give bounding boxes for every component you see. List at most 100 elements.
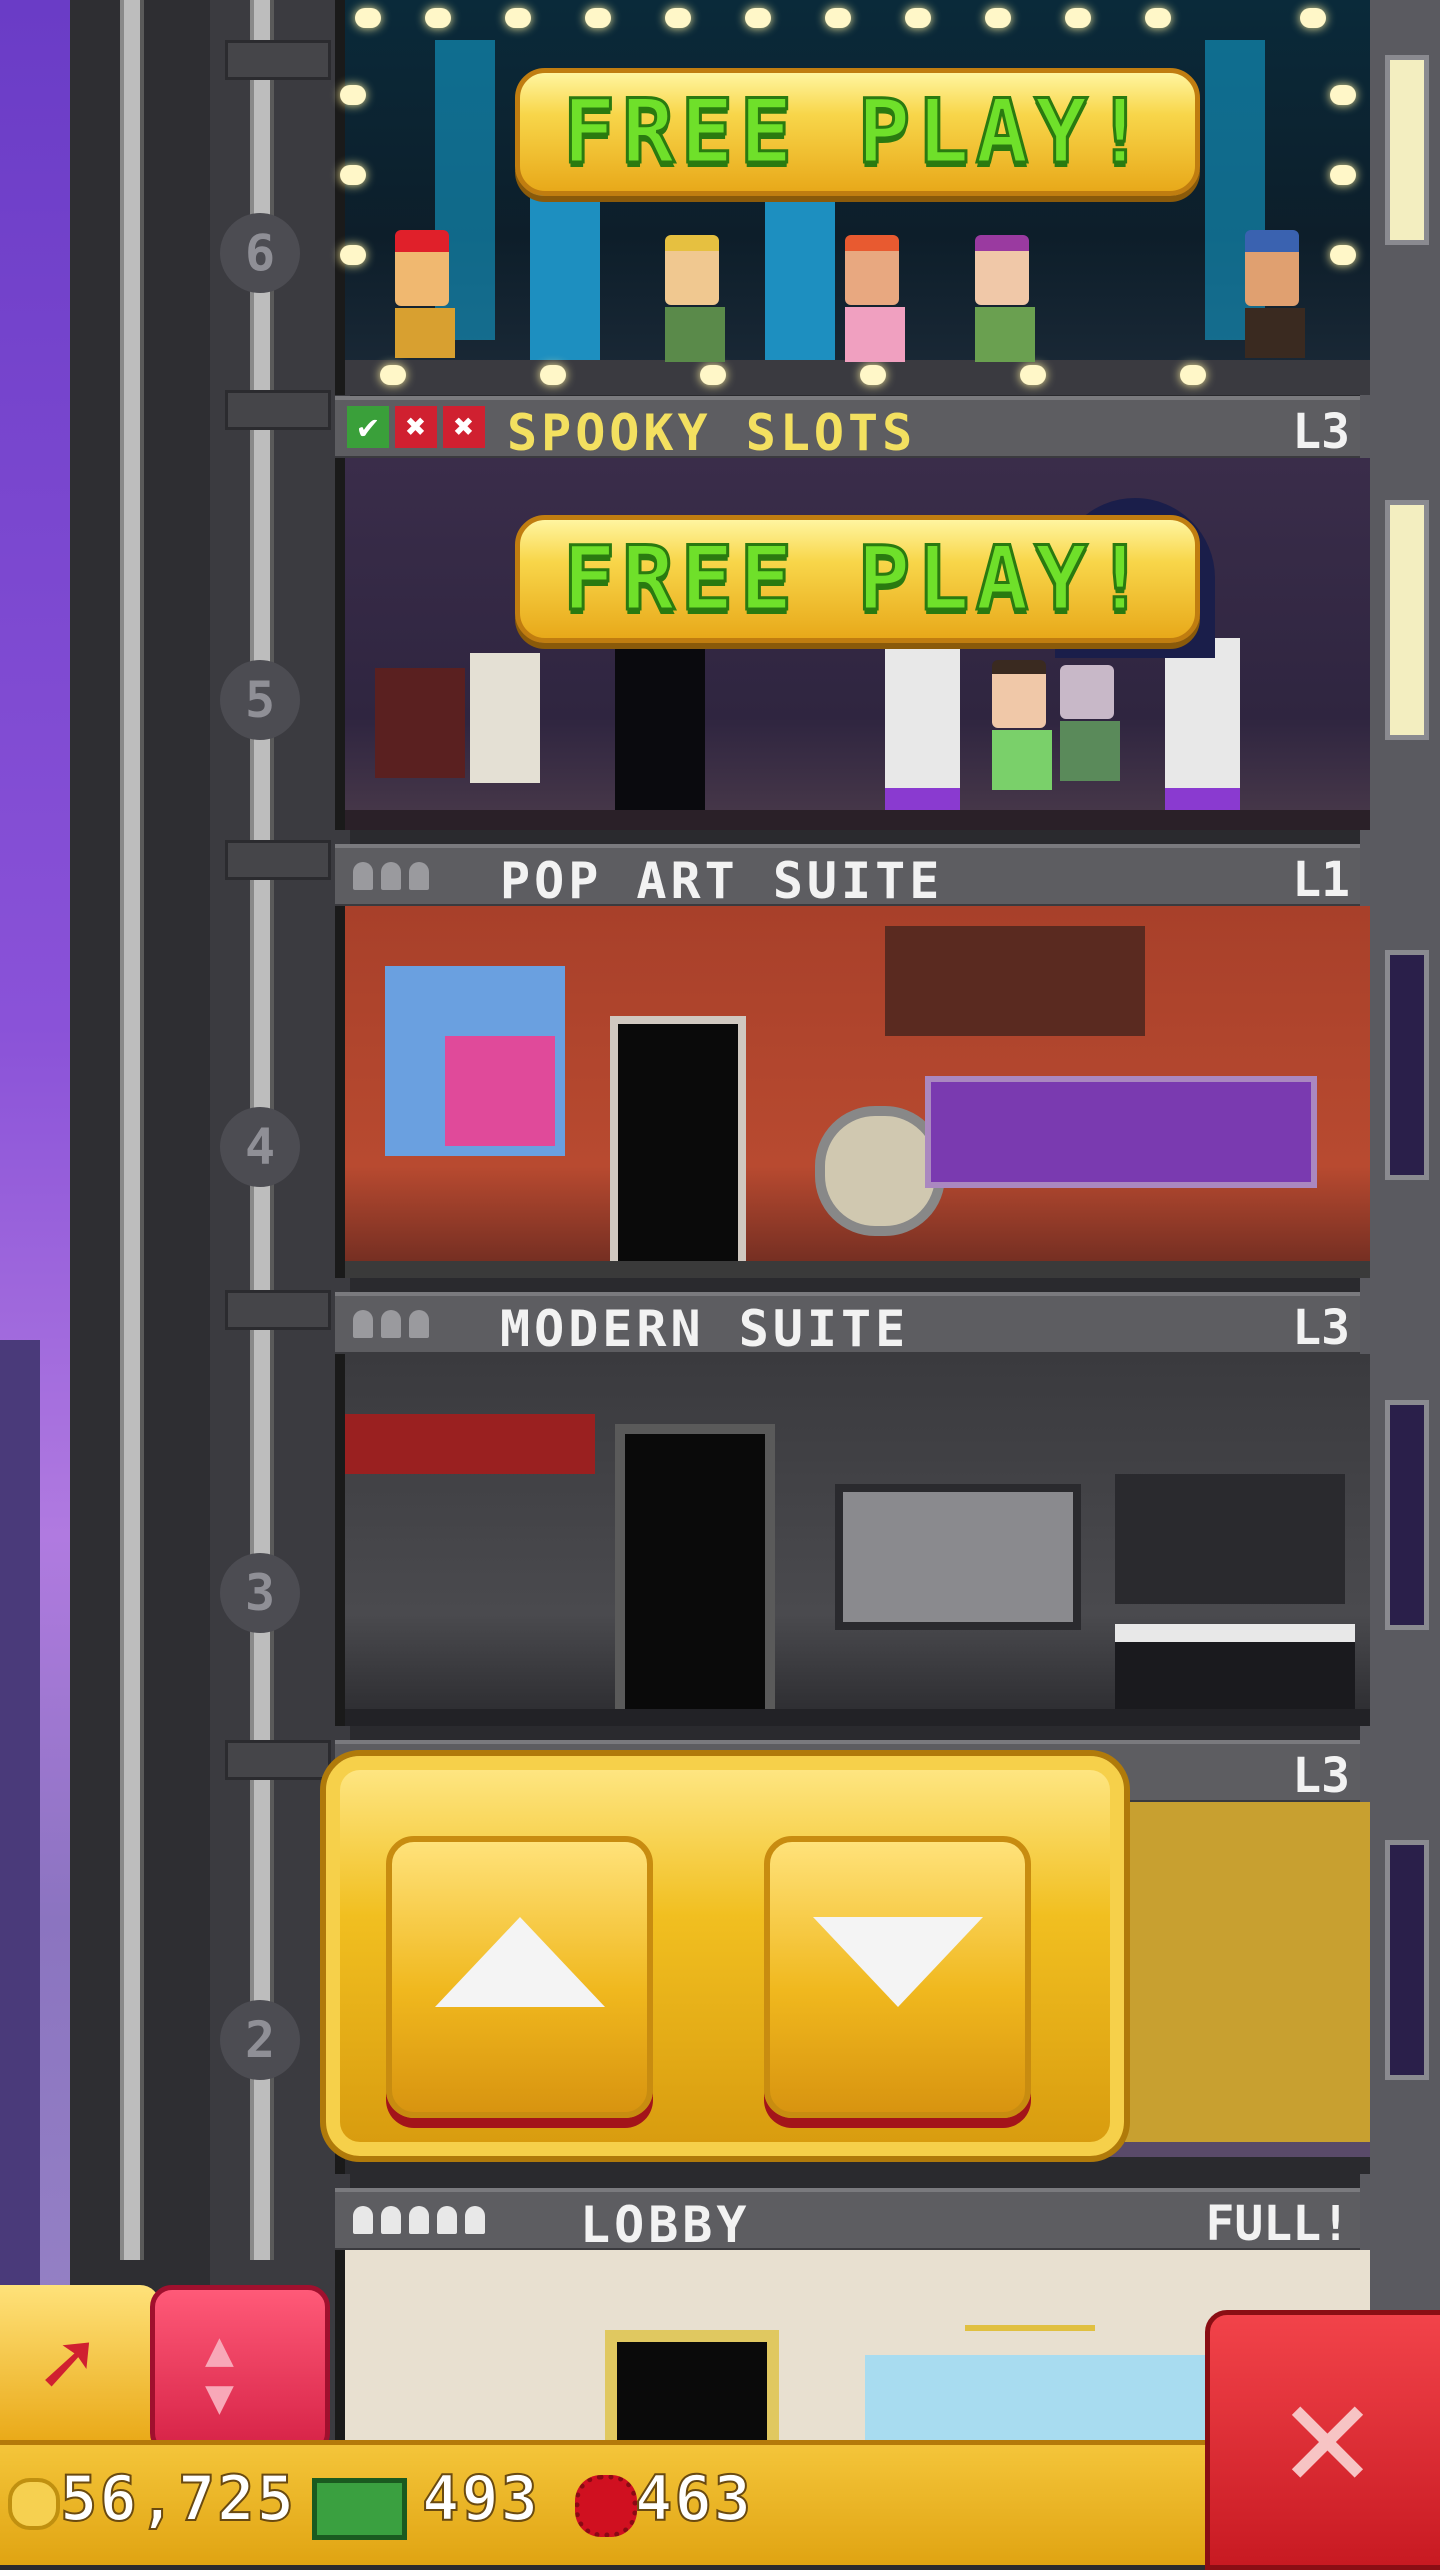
window-lit [1385,500,1429,740]
bitizen-gnome[interactable] [395,230,455,358]
character-head [395,230,449,306]
pop-art-suite-room[interactable] [335,906,1370,1278]
shaft-brick [225,1740,331,1780]
marquee-bulb [1330,245,1356,265]
character-head [845,235,899,305]
free-play-label: FREE PLAY! [561,526,1153,632]
bookshelf [1115,1474,1345,1604]
marquee-bulb [905,8,931,28]
marquee-bulb [985,8,1011,28]
x-icon: ✖ [395,406,437,448]
floor-level: L3 [1292,1748,1350,1804]
floor-level: L1 [1292,852,1350,908]
person-icon [381,2206,401,2234]
free-play-button-spooky[interactable]: FREE PLAY! [515,515,1200,643]
modern-suite-label-bar[interactable]: MODERN SUITE L3 [335,1292,1360,1358]
slot-machine [470,653,540,783]
arrow-up-icon [434,1917,605,2007]
bitizen-zombie[interactable] [1060,665,1120,781]
spooky-slots-label-bar[interactable]: ✔ ✖ ✖ SPOOKY SLOTS L3 [335,396,1360,462]
arcade-machine [765,190,835,360]
elevator-control-panel [320,1750,1130,2162]
wall-shelf [885,926,1145,1036]
marquee-bulb [1180,365,1206,385]
rocket-button[interactable]: ➚ [0,2285,160,2445]
elevator-shaft: 6 5 4 3 2 [70,0,350,2560]
floor-strip [345,810,1370,830]
purple-sofa-panel [925,1076,1317,1188]
marquee-bulb [665,8,691,28]
shaft-brick [225,390,331,430]
window-lit [1385,55,1429,245]
character-head [1245,230,1299,306]
bitizen-blond[interactable] [665,235,725,362]
elevator-up-button[interactable] [386,1836,653,2118]
chandelier [965,2255,1095,2331]
floor-strip [345,360,1370,395]
marquee-bulb [745,8,771,28]
person-icon [409,2206,429,2234]
bitizen-glasses[interactable] [992,660,1052,790]
rocket-icon: ➚ [40,2312,95,2417]
shaft-brick [225,840,331,880]
window-dark [1385,1400,1429,1630]
person-icon [381,1310,401,1338]
floor-name: LOBBY [580,2196,751,2254]
character-body [1060,721,1120,781]
bitizen-headband[interactable] [975,235,1035,362]
modern-suite-room[interactable] [335,1354,1370,1726]
arcade-machine [530,190,600,360]
modern-painting [835,1484,1081,1630]
elevator-down-button[interactable] [764,1836,1031,2118]
marquee-bulb [505,8,531,28]
character-head [1060,665,1114,719]
bitizen-wizard[interactable] [1245,230,1305,358]
character-head [665,235,719,305]
marquee-bulb [1145,8,1171,28]
floor-number-5: 5 [220,660,300,740]
red-wall-stripe [345,1414,595,1474]
character-body [975,307,1035,362]
person-icon [437,2206,457,2234]
shaft-wall [210,0,350,2560]
arrow-down-icon [812,1917,983,2007]
elevator-toggle-button[interactable]: ▲ ▼ [150,2285,330,2455]
marquee-bulb [700,365,726,385]
character-head [992,660,1046,728]
close-icon: ✕ [1282,2348,1373,2522]
pop-art-suite-label-bar[interactable]: POP ART SUITE L1 [335,844,1360,910]
floor-name: SPOOKY SLOTS [507,404,917,462]
spooky-slots-room[interactable] [335,458,1370,830]
check-icon: ✔ [347,406,389,448]
person-icon [465,2206,485,2234]
free-play-button-floor6[interactable]: FREE PLAY! [515,68,1200,196]
marquee-bulb [860,365,886,385]
elevator-up-down-icon: ▲ ▼ [205,2321,234,2425]
close-button[interactable]: ✕ [1205,2310,1440,2570]
marquee-bulb [540,365,566,385]
floor-strip [345,1709,1370,1726]
shaft-brick [225,40,331,80]
marquee-bulb [825,8,851,28]
lobby-label-bar[interactable]: LOBBY FULL! [335,2188,1360,2254]
floor-number-4: 4 [220,1107,300,1187]
character-head [975,235,1029,305]
person-icon [353,862,373,890]
gold-curtain [1125,1802,1370,2142]
person-icon [353,2206,373,2234]
window-dark [1385,950,1429,1180]
doorway [615,1424,775,1726]
bitizen-redhead[interactable] [845,235,905,362]
bux-count: 493 [421,2461,540,2536]
floor-level: L3 [1292,1300,1350,1356]
tower-right-wall [1360,0,1440,2560]
floor-level: L3 [1292,404,1350,460]
marquee-bulb [1330,165,1356,185]
marquee-bulb [340,245,366,265]
marquee-bulb [585,8,611,28]
slot-machine [885,638,960,818]
coin-icon [8,2478,60,2530]
shaft-cable-left [120,0,144,2260]
window-dark [1385,1840,1429,2080]
doorway [610,1016,746,1278]
